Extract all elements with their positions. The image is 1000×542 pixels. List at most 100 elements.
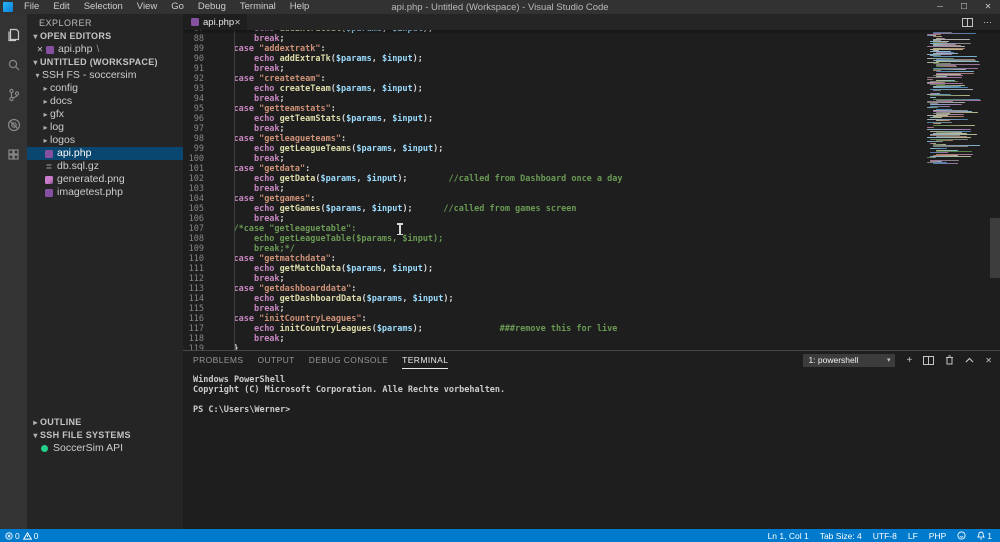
feedback-smiley-icon[interactable] [957,531,966,540]
code-line[interactable]: 115 break; [183,304,925,314]
tree-item-ssh-fs-soccersim[interactable]: ▾SSH FS - soccersim [27,69,183,82]
minimize-icon[interactable]: ─ [928,0,952,14]
open-editors-header[interactable]: ▾ OPEN EDITORS [27,30,183,43]
code-line[interactable]: 108 echo getLeagueTable($params, $input)… [183,234,925,244]
menu-help[interactable]: Help [283,0,317,14]
code-line[interactable]: 110 case "getmatchdata": [183,254,925,264]
status-encoding[interactable]: UTF-8 [873,531,897,541]
tree-item-generated-png[interactable]: generated.png [27,173,183,186]
tree-item-label: docs [50,95,72,108]
code-line[interactable]: 88 break; [183,34,925,44]
maximize-panel-icon[interactable] [965,357,974,363]
code-line[interactable]: 98 case "getleagueteams": [183,134,925,144]
editor-scrollbar[interactable] [990,218,1000,278]
line-number: 112 [183,274,213,284]
code-line[interactable]: 107 /*case "getleaguetable": [183,224,925,234]
status-cursor-position[interactable]: Ln 1, Col 1 [768,531,809,541]
ssh-file-systems-header[interactable]: ▾ SSH FILE SYSTEMS [27,429,183,442]
tree-item-api-php[interactable]: api.php [27,147,183,160]
warnings-status[interactable]: 0 [23,531,39,541]
status-language-mode[interactable]: PHP [929,531,946,541]
code-line[interactable]: 116 case "initCountryLeagues": [183,314,925,324]
tree-item-config[interactable]: ▸config [27,82,183,95]
panel-tab-terminal[interactable]: TERMINAL [402,351,448,369]
menu-debug[interactable]: Debug [191,0,233,14]
tree-item-log[interactable]: ▸log [27,121,183,134]
code-editor[interactable]: 87 echo addExtraGoal($params, $input);88… [183,30,1000,350]
tab-api-php[interactable]: api.php ✕ [183,14,247,30]
code-line[interactable]: 95 case "getteamstats": [183,104,925,114]
code-line[interactable]: 109 break;*/ [183,244,925,254]
explorer-icon[interactable] [0,20,27,50]
maximize-icon[interactable]: ☐ [952,0,976,14]
code-line[interactable]: 92 case "createteam": [183,74,925,84]
code-line[interactable]: 113 case "getdashboarddata": [183,284,925,294]
menu-go[interactable]: Go [164,0,191,14]
code-line[interactable]: 91 break; [183,64,925,74]
menu-edit[interactable]: Edit [46,0,76,14]
ssh-connection-label: SoccerSim API [53,442,123,455]
code-line[interactable]: 118 break; [183,334,925,344]
tab-close-icon[interactable]: ✕ [234,18,241,27]
code-line[interactable]: 97 break; [183,124,925,134]
code-line[interactable]: 114 echo getDashboardData($params, $inpu… [183,294,925,304]
menu-terminal[interactable]: Terminal [233,0,283,14]
close-panel-icon[interactable]: ✕ [985,356,992,365]
notifications-bell-icon[interactable]: 1 [977,531,992,541]
outline-header[interactable]: ▸ OUTLINE [27,416,183,429]
code-line[interactable]: 94 break; [183,94,925,104]
code-line[interactable]: 100 break; [183,154,925,164]
split-editor-icon[interactable] [962,18,973,27]
terminal-select[interactable]: 1: powershell ▾ [803,354,895,367]
minimap[interactable] [925,30,990,170]
code-line[interactable]: 111 echo getMatchData($params, $input); [183,264,925,274]
status-tab-size[interactable]: Tab Size: 4 [820,531,862,541]
code-line[interactable]: 90 echo addExtraTk($params, $input); [183,54,925,64]
tree-item-logos[interactable]: ▸logos [27,134,183,147]
source-control-icon[interactable] [0,80,27,110]
tree-item-docs[interactable]: ▸docs [27,95,183,108]
code-line[interactable]: 101 case "getdata": [183,164,925,174]
code-line[interactable]: 96 echo getTeamStats($params, $input); [183,114,925,124]
code-line[interactable]: 102 echo getData($params, $input); //cal… [183,174,925,184]
code-line[interactable]: 103 break; [183,184,925,194]
menu-view[interactable]: View [130,0,164,14]
workspace-header[interactable]: ▾ UNTITLED (WORKSPACE) [27,56,183,69]
status-eol[interactable]: LF [908,531,918,541]
panel-tab-output[interactable]: OUTPUT [257,351,294,369]
code-line[interactable]: 105 echo getGames($params, $input); //ca… [183,204,925,214]
tree-item-label: imagetest.php [57,186,123,199]
split-terminal-icon[interactable] [923,356,934,365]
search-icon[interactable] [0,50,27,80]
new-terminal-icon[interactable]: + [906,355,912,366]
tree-item-gfx[interactable]: ▸gfx [27,108,183,121]
panel-tab-problems[interactable]: PROBLEMS [193,351,243,369]
code-line[interactable]: 104 case "getgames": [183,194,925,204]
code-line[interactable]: 99 echo getLeagueTeams($params, $input); [183,144,925,154]
code-lines[interactable]: 87 echo addExtraGoal($params, $input);88… [183,30,925,350]
kill-terminal-icon[interactable] [945,355,954,365]
open-editor-item[interactable]: ✕ api.php \ [27,43,183,56]
tree-item-db-sql-gz[interactable]: ≣db.sql.gz [27,160,183,173]
debug-icon[interactable] [0,110,27,140]
tree-item-imagetest-php[interactable]: imagetest.php [27,186,183,199]
tree-item-label: generated.png [57,173,125,186]
terminal-output[interactable]: Windows PowerShellCopyright (C) Microsof… [183,369,1000,415]
extensions-icon[interactable] [0,140,27,170]
close-editor-icon[interactable]: ✕ [35,43,45,56]
panel-tab-debug-console[interactable]: DEBUG CONSOLE [309,351,388,369]
more-actions-icon[interactable]: ⋯ [983,17,992,28]
close-icon[interactable]: ✕ [976,0,1000,14]
php-file-icon [45,189,53,197]
line-number: 116 [183,314,213,324]
errors-status[interactable]: 0 [5,531,20,541]
code-line[interactable]: 93 echo createTeam($params, $input); [183,84,925,94]
menu-file[interactable]: File [17,0,46,14]
code-line[interactable]: 106 break; [183,214,925,224]
menu-selection[interactable]: Selection [77,0,130,14]
code-line[interactable]: 117 echo initCountryLeagues($params); ##… [183,324,925,334]
terminal-line: Copyright (C) Microsoft Corporation. All… [193,385,1000,395]
code-line[interactable]: 89 case "addextratk": [183,44,925,54]
ssh-connection-item[interactable]: SoccerSim API [27,442,183,455]
code-line[interactable]: 112 break; [183,274,925,284]
